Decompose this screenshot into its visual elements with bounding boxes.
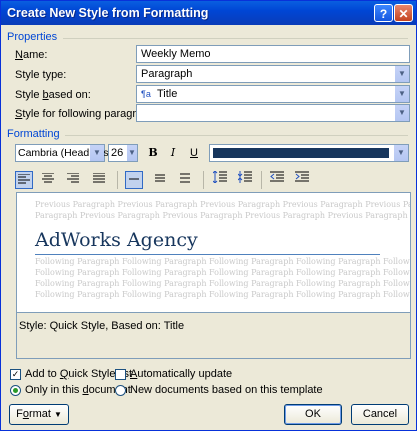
style-description-text: Style: Quick Style, Based on: Title bbox=[19, 320, 185, 332]
new-documents-label: New documents based on this template bbox=[130, 384, 323, 396]
decrease-spacing-button[interactable] bbox=[236, 171, 254, 189]
style-type-value: Paragraph bbox=[141, 68, 193, 80]
font-color-swatch bbox=[213, 148, 389, 158]
decrease-spacing-icon bbox=[237, 171, 252, 183]
style-type-label: Style type: bbox=[15, 69, 67, 81]
one-half-spacing-button[interactable] bbox=[151, 171, 169, 189]
chevron-down-icon[interactable]: ▼ bbox=[393, 145, 408, 161]
create-style-dialog: Create New Style from Formatting ? ✕ Pro… bbox=[0, 0, 417, 431]
increase-spacing-icon bbox=[212, 170, 227, 184]
following-paragraph-text: Following Paragraph Following Paragraph … bbox=[35, 290, 410, 299]
formatting-group-label: Formatting bbox=[7, 128, 60, 140]
new-documents-radio[interactable] bbox=[115, 385, 126, 396]
name-label: Name: bbox=[15, 49, 48, 61]
following-paragraph-text: Following Paragraph Following Paragraph … bbox=[35, 257, 410, 266]
style-preview: Previous Paragraph Previous Paragraph Pr… bbox=[16, 192, 411, 313]
add-quick-style-checkbox[interactable]: ✓ bbox=[10, 369, 21, 380]
format-button[interactable]: Format ▼ bbox=[9, 404, 69, 425]
title-bar[interactable]: Create New Style from Formatting ? ✕ bbox=[1, 1, 416, 25]
formatting-divider bbox=[65, 135, 408, 136]
decrease-indent-button[interactable] bbox=[268, 171, 286, 189]
format-label: Format bbox=[16, 408, 51, 420]
close-button[interactable]: ✕ bbox=[394, 4, 413, 22]
font-color-select[interactable]: ▼ bbox=[209, 144, 409, 162]
chevron-down-icon[interactable]: ▼ bbox=[394, 66, 409, 82]
preview-title-rule bbox=[35, 254, 380, 255]
chevron-down-icon[interactable]: ▼ bbox=[126, 145, 137, 161]
double-spacing-icon bbox=[180, 173, 190, 183]
font-size-select[interactable]: 26 ▼ bbox=[108, 144, 138, 162]
only-this-document-radio[interactable] bbox=[10, 385, 21, 396]
chevron-down-icon[interactable]: ▼ bbox=[394, 86, 409, 102]
chevron-down-icon[interactable]: ▼ bbox=[89, 145, 104, 161]
previous-paragraph-text: Previous Paragraph Previous Paragraph Pr… bbox=[35, 200, 410, 209]
chevron-down-icon[interactable]: ▼ bbox=[394, 105, 409, 121]
style-based-on-select[interactable]: ¶a Title ▼ bbox=[136, 85, 410, 103]
decrease-indent-icon bbox=[270, 171, 284, 182]
single-spacing-icon bbox=[129, 178, 139, 180]
toolbar-separator bbox=[117, 171, 118, 189]
preview-sample-text: AdWorks Agency bbox=[35, 229, 198, 251]
bold-button[interactable]: B bbox=[144, 144, 162, 162]
help-button[interactable]: ? bbox=[374, 4, 393, 22]
underline-button[interactable]: U bbox=[185, 144, 203, 162]
justify-icon bbox=[93, 172, 105, 183]
previous-paragraph-text-2: Paragraph Previous Paragraph Previous Pa… bbox=[35, 211, 408, 220]
font-select[interactable]: Cambria (Headings) ▼ bbox=[15, 144, 112, 162]
auto-update-label: Automatically update bbox=[130, 368, 233, 380]
single-spacing-button[interactable] bbox=[125, 171, 143, 189]
toolbar-separator bbox=[203, 171, 204, 189]
following-style-select[interactable]: ▼ bbox=[136, 104, 410, 122]
ok-button[interactable]: OK bbox=[284, 404, 342, 425]
increase-spacing-button[interactable] bbox=[211, 170, 229, 189]
align-center-button[interactable] bbox=[39, 171, 57, 189]
align-right-icon bbox=[67, 172, 79, 183]
increase-indent-button[interactable] bbox=[293, 171, 311, 189]
one-half-spacing-icon bbox=[155, 174, 165, 182]
paragraph-style-icon: ¶a bbox=[141, 89, 151, 99]
name-value: Weekly Memo bbox=[141, 48, 211, 60]
following-paragraph-text: Following Paragraph Following Paragraph … bbox=[35, 268, 410, 277]
name-field[interactable]: Weekly Memo bbox=[136, 45, 410, 63]
style-based-on-value: Title bbox=[157, 88, 178, 100]
double-spacing-button[interactable] bbox=[176, 171, 194, 189]
following-paragraph-text: Following Paragraph Following Paragraph … bbox=[35, 279, 410, 288]
increase-indent-icon bbox=[295, 171, 309, 182]
properties-group-label: Properties bbox=[7, 31, 58, 43]
justify-button[interactable] bbox=[90, 171, 108, 189]
font-size-value: 26 bbox=[111, 147, 124, 159]
align-left-icon bbox=[18, 173, 30, 184]
align-center-icon bbox=[42, 172, 54, 183]
style-based-on-label: Style based on: bbox=[15, 89, 91, 101]
properties-divider bbox=[63, 38, 408, 39]
dropdown-arrow-icon: ▼ bbox=[54, 410, 62, 419]
style-description: Style: Quick Style, Based on: Title bbox=[16, 313, 411, 359]
toolbar-separator bbox=[261, 171, 262, 189]
align-right-button[interactable] bbox=[64, 171, 82, 189]
align-left-button[interactable] bbox=[15, 171, 33, 189]
auto-update-checkbox[interactable] bbox=[115, 369, 126, 380]
cancel-button[interactable]: Cancel bbox=[351, 404, 409, 425]
italic-button[interactable]: I bbox=[164, 144, 182, 162]
style-type-select[interactable]: Paragraph ▼ bbox=[136, 65, 410, 83]
dialog-title: Create New Style from Formatting bbox=[7, 6, 209, 20]
